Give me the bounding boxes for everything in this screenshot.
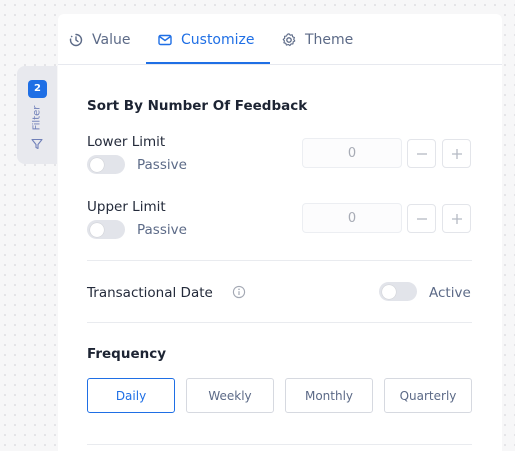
lower-limit-toggle[interactable] (87, 155, 125, 174)
frequency-title: Frequency (87, 346, 167, 362)
upper-limit-toggle-text: Passive (137, 222, 187, 238)
upper-limit-toggle[interactable] (87, 220, 125, 239)
section-divider (87, 322, 472, 323)
frequency-daily-button[interactable]: Daily (87, 378, 175, 413)
tab-customize[interactable]: Customize (157, 14, 255, 65)
upper-limit-decrement-button[interactable] (407, 204, 436, 233)
transactional-date-label: Transactional Date (87, 285, 213, 301)
tab-bar: Value Customize Theme (58, 14, 502, 65)
plus-icon (451, 213, 462, 224)
frequency-monthly-button[interactable]: Monthly (285, 378, 373, 413)
plus-icon (451, 148, 462, 159)
frequency-weekly-button[interactable]: Weekly (186, 378, 274, 413)
envelope-icon (158, 34, 172, 45)
tab-theme[interactable]: Theme (281, 14, 353, 65)
lower-limit-label: Lower Limit (87, 134, 166, 150)
upper-limit-input[interactable] (302, 203, 402, 233)
lower-limit-increment-button[interactable] (442, 139, 471, 168)
gear-icon (282, 32, 296, 46)
tab-customize-label: Customize (181, 31, 255, 48)
customize-panel: Value Customize Theme Sort By Number Of … (58, 14, 502, 451)
filter-count-badge: 2 (28, 80, 47, 98)
lower-limit-input[interactable] (302, 138, 402, 168)
filter-label: Filter (31, 105, 43, 131)
minus-icon (416, 152, 427, 155)
tab-value[interactable]: Value (68, 14, 130, 65)
lower-limit-decrement-button[interactable] (407, 139, 436, 168)
section-divider (87, 260, 472, 261)
minus-icon (416, 217, 427, 220)
frequency-quarterly-button[interactable]: Quarterly (384, 378, 472, 413)
info-icon[interactable] (232, 285, 246, 299)
lower-limit-toggle-text: Passive (137, 157, 187, 173)
tab-value-label: Value (92, 31, 131, 48)
tab-theme-label: Theme (305, 31, 354, 48)
transactional-date-toggle-text: Active (429, 285, 471, 301)
section-divider (87, 444, 472, 445)
upper-limit-increment-button[interactable] (442, 204, 471, 233)
funnel-icon (31, 138, 43, 150)
upper-limit-label: Upper Limit (87, 199, 166, 215)
sort-section-title: Sort By Number Of Feedback (87, 98, 308, 114)
active-tab-indicator (146, 62, 270, 64)
transactional-date-toggle[interactable] (379, 282, 417, 301)
clock-rotate-icon (69, 33, 83, 46)
